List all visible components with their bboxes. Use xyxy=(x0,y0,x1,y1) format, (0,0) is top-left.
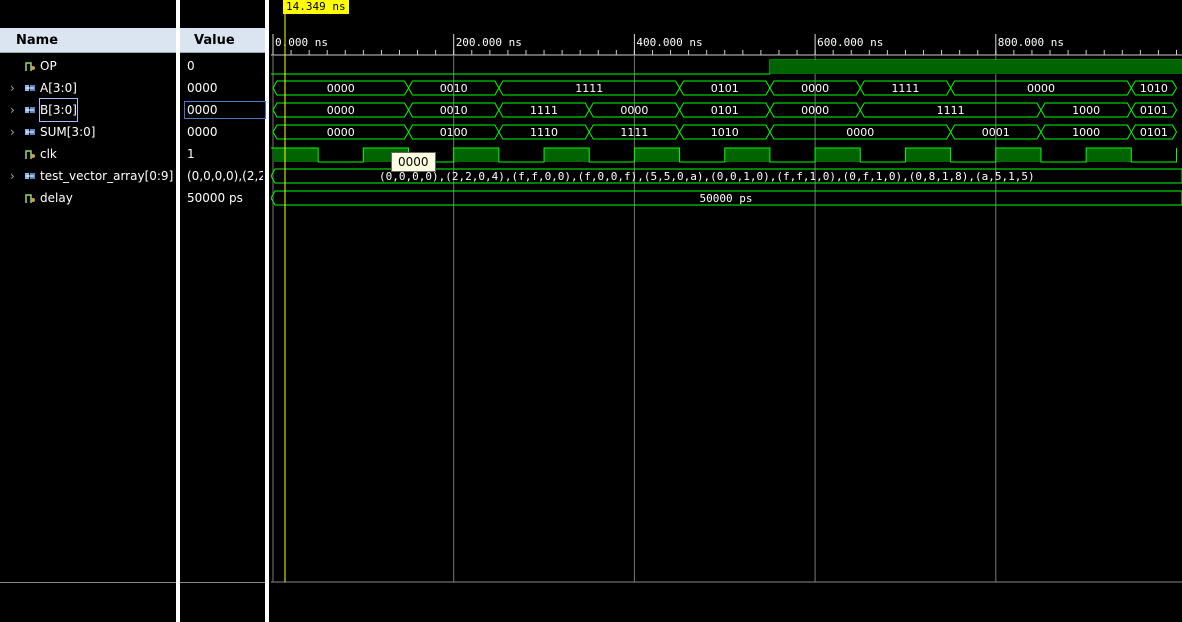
signal-value: 50000 ps xyxy=(187,191,243,205)
signal-value: 0000 xyxy=(187,81,218,95)
list-bottom-divider xyxy=(0,582,176,583)
expand-chevron-icon[interactable]: › xyxy=(10,165,15,187)
value-column-header[interactable]: Value xyxy=(180,28,265,53)
B-bus-value: 1000 xyxy=(1072,104,1100,117)
signal-row[interactable]: › B[3:0] 0000 xyxy=(0,98,266,122)
clk-high-pulse xyxy=(273,148,319,162)
clk-high-pulse xyxy=(995,148,1041,162)
time-label: 400.000 ns xyxy=(636,36,702,49)
value-bottom-divider xyxy=(180,582,265,583)
bus-icon xyxy=(25,107,35,113)
A-bus-value: 0000 xyxy=(1027,82,1055,95)
cursor-time-label[interactable]: 14.349 ns xyxy=(283,0,349,14)
B-bus-value: 0101 xyxy=(1140,104,1168,117)
SUM-bus-value: 0001 xyxy=(982,126,1010,139)
bus-icon xyxy=(25,173,35,179)
clk-high-pulse xyxy=(1086,148,1132,162)
SUM-bus-value: 0100 xyxy=(440,126,468,139)
delay-value: 50000 ps xyxy=(700,192,753,205)
signal-row[interactable]: OP 0 xyxy=(0,55,265,77)
signal-name: SUM[3:0] xyxy=(40,125,96,139)
signal-value: 1 xyxy=(187,147,195,161)
signal-name: OP xyxy=(40,59,57,73)
time-label: 800.000 ns xyxy=(998,36,1064,49)
signal-row[interactable]: › SUM[3:0] 0000 xyxy=(0,121,265,143)
B-bus-value: 0101 xyxy=(711,104,739,117)
SUM-bus-value: 0000 xyxy=(327,126,355,139)
B-bus-value: 0000 xyxy=(801,104,829,117)
name-column-header[interactable]: Name xyxy=(0,28,176,53)
A-bus-value: 0010 xyxy=(440,82,468,95)
signal-value: (0,0,0,0),(2,2,0,4),(f,f,0,0) xyxy=(187,169,263,183)
test-vector-value: (0,0,0,0),(2,2,0,4),(f,f,0,0),(f,0,0,f),… xyxy=(379,170,1035,183)
signal-name: delay xyxy=(40,191,73,205)
A-bus-value: 0000 xyxy=(327,82,355,95)
expand-chevron-icon[interactable]: › xyxy=(10,121,15,143)
signal-row[interactable]: delay 50000 ps xyxy=(0,187,265,209)
expand-chevron-icon[interactable]: › xyxy=(10,77,15,99)
clk-high-pulse xyxy=(905,148,951,162)
value-wave-splitter[interactable] xyxy=(265,0,269,622)
clk-high-pulse xyxy=(634,148,680,162)
time-label: 0.000 ns xyxy=(275,36,328,49)
B-bus-value: 0000 xyxy=(327,104,355,117)
SUM-bus-value: 1110 xyxy=(530,126,558,139)
SUM-bus-value: 1010 xyxy=(711,126,739,139)
signal-name: clk xyxy=(40,147,57,161)
waveform-canvas[interactable]: 0.000 ns 200.000 ns 400.000 ns 600.000 ns 80… xyxy=(271,0,1182,622)
signal-value: 0000 xyxy=(187,103,218,117)
clk-high-pulse xyxy=(815,148,861,162)
clk-high-pulse xyxy=(544,148,590,162)
bus-icon xyxy=(25,129,35,135)
SUM-bus-value: 1111 xyxy=(620,126,648,139)
signal-bit-icon xyxy=(25,150,35,159)
expand-chevron-icon[interactable]: › xyxy=(10,99,15,121)
A-bus-value: 1111 xyxy=(891,82,919,95)
signal-row[interactable]: › A[3:0] 0000 xyxy=(0,77,265,99)
SUM-bus-value: 0000 xyxy=(846,126,874,139)
signal-bit-icon xyxy=(25,62,35,71)
signal-value: 0000 xyxy=(187,125,218,139)
signal-row[interactable]: clk 1 xyxy=(0,143,265,165)
SUM-bus-value: 0101 xyxy=(1140,126,1168,139)
signal-bit-icon xyxy=(25,194,35,203)
SUM-bus-value: 1000 xyxy=(1072,126,1100,139)
signal-name: B[3:0] xyxy=(39,98,78,122)
bus-icon xyxy=(25,85,35,91)
op-high-fill xyxy=(769,60,1182,74)
A-bus-value: 0000 xyxy=(801,82,829,95)
signal-value: 0 xyxy=(187,59,195,73)
value-tooltip: 0000 xyxy=(391,152,436,172)
B-bus-value: 0010 xyxy=(440,104,468,117)
B-bus-value: 1111 xyxy=(530,104,558,117)
A-bus-value: 1111 xyxy=(575,82,603,95)
signal-name: A[3:0] xyxy=(40,81,77,95)
time-label: 200.000 ns xyxy=(456,36,522,49)
clk-high-pulse xyxy=(453,148,499,162)
time-label: 600.000 ns xyxy=(817,36,883,49)
A-bus-value: 0101 xyxy=(711,82,739,95)
signal-name: test_vector_array[0:9] xyxy=(40,169,174,183)
A-bus-value: 1010 xyxy=(1140,82,1168,95)
signal-row[interactable]: › test_vector_array[0:9] (0,0,0,0),(2,2,0,… xyxy=(0,165,265,187)
B-bus-value: 1111 xyxy=(937,104,965,117)
B-bus-value: 0000 xyxy=(620,104,648,117)
clk-high-pulse xyxy=(724,148,770,162)
